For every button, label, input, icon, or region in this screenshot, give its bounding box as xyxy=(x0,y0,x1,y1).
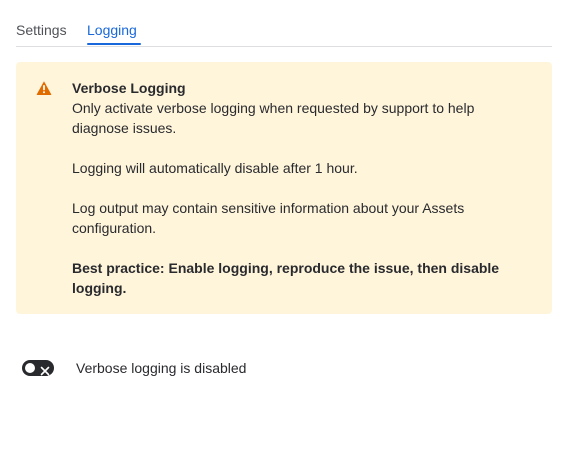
best-practice-text: Best practice: Enable logging, reproduce… xyxy=(72,260,500,296)
verbose-logging-toggle[interactable] xyxy=(22,360,54,376)
tab-list: Settings Logging xyxy=(16,0,552,47)
active-tab-indicator xyxy=(87,43,141,45)
warning-content: Verbose Logging Only activate verbose lo… xyxy=(72,78,528,298)
tab-settings[interactable]: Settings xyxy=(16,20,67,40)
tab-logging[interactable]: Logging xyxy=(87,20,137,40)
close-icon xyxy=(40,363,50,376)
toggle-knob xyxy=(25,363,35,373)
warning-title: Verbose Logging xyxy=(72,80,186,96)
toggle-status-label: Verbose logging is disabled xyxy=(76,360,247,376)
warning-paragraph: Logging will automatically disable after… xyxy=(72,160,358,176)
warning-panel: Verbose Logging Only activate verbose lo… xyxy=(16,62,552,314)
warning-icon xyxy=(36,80,52,96)
warning-paragraph: Only activate verbose logging when reque… xyxy=(72,100,475,136)
warning-paragraph: Log output may contain sensitive informa… xyxy=(72,200,465,236)
